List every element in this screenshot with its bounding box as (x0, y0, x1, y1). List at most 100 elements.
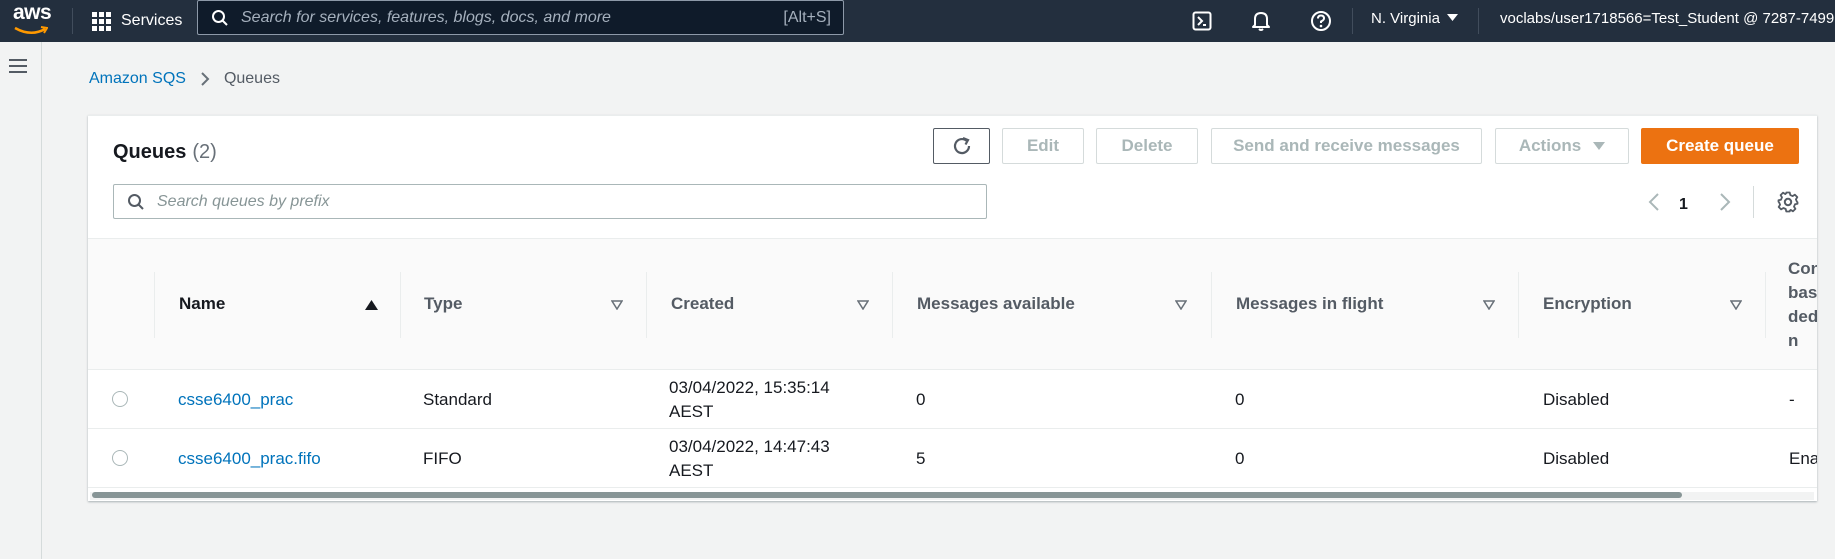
column-header-encryption[interactable]: Encryption (1543, 239, 1632, 369)
sort-ascending-icon[interactable] (365, 300, 378, 310)
current-page-number[interactable]: 1 (1679, 196, 1688, 214)
next-page-icon[interactable] (1719, 192, 1731, 212)
services-menu[interactable]: Services (92, 0, 182, 42)
region-label: N. Virginia (1371, 9, 1440, 27)
column-header-created[interactable]: Created (671, 239, 734, 369)
created-timezone: AEST (669, 402, 714, 421)
column-divider (400, 272, 401, 338)
queue-name-link[interactable]: csse6400_prac.fifo (178, 447, 321, 471)
row-select-radio[interactable] (112, 391, 128, 407)
global-search-placeholder: Search for services, features, blogs, do… (241, 8, 611, 26)
content-based-dedup: - (1789, 390, 1795, 409)
queue-name-link[interactable]: csse6400_prac (178, 388, 293, 412)
column-header-type[interactable]: Type (424, 239, 462, 369)
column-header-content-based-deduplication[interactable]: Con bas ded n (1788, 257, 1817, 353)
column-divider (646, 272, 647, 338)
encryption-status: Disabled (1543, 390, 1610, 409)
queue-created: 03/04/2022, 15:35:14 AEST (669, 376, 830, 424)
column-divider (892, 272, 893, 338)
column-header-messages-available[interactable]: Messages available (917, 239, 1075, 369)
sort-icon[interactable] (857, 300, 869, 310)
row-select-radio[interactable] (112, 450, 128, 466)
sort-icon[interactable] (1175, 300, 1187, 310)
edit-button[interactable]: Edit (1002, 128, 1084, 164)
settings-gear-icon[interactable] (1777, 191, 1799, 213)
side-navigation-rail (0, 42, 42, 559)
page-title: Queues (2) (113, 141, 217, 164)
search-icon (128, 193, 144, 210)
created-date: 03/04/2022, 14:47:43 (669, 437, 830, 456)
created-timezone: AEST (669, 461, 714, 480)
create-queue-button[interactable]: Create queue (1641, 128, 1799, 164)
column-header-label: Messages available (917, 294, 1075, 313)
nav-divider (72, 8, 73, 34)
chevron-right-icon (201, 72, 210, 86)
column-header-label: bas (1788, 283, 1817, 302)
content-based-dedup: Ena (1789, 449, 1817, 468)
nav-divider (1478, 8, 1479, 34)
breadcrumb-queues: Queues (223, 70, 280, 87)
refresh-button[interactable] (933, 128, 990, 164)
global-search-input[interactable]: Search for services, features, blogs, do… (197, 0, 844, 35)
help-icon[interactable] (1308, 8, 1334, 34)
messages-in-flight: 0 (1235, 390, 1245, 409)
services-label: Services (121, 12, 183, 29)
messages-in-flight: 0 (1235, 449, 1245, 468)
column-header-name[interactable]: Name (179, 239, 225, 369)
region-selector[interactable]: N. Virginia (1371, 0, 1458, 36)
queues-title: Queues (113, 141, 187, 163)
pager-divider (1753, 186, 1754, 218)
delete-button[interactable]: Delete (1096, 128, 1198, 164)
cloudshell-icon[interactable] (1189, 8, 1215, 34)
hamburger-menu-icon[interactable] (9, 58, 27, 74)
column-header-label: n (1788, 331, 1799, 350)
search-icon (212, 9, 228, 26)
queue-type: Standard (423, 390, 492, 409)
queues-panel: Queues (2) Edit Delete Send and receive m… (88, 115, 1817, 501)
column-divider (1211, 272, 1212, 338)
top-navigation: aws Services Search for services, featur… (0, 0, 1835, 42)
table-row[interactable]: csse6400_prac.fifo FIFO 03/04/2022, 14:4… (88, 429, 1817, 488)
send-receive-messages-button[interactable]: Send and receive messages (1211, 128, 1482, 164)
queue-type: FIFO (423, 449, 462, 468)
notifications-bell-icon[interactable] (1248, 8, 1274, 34)
breadcrumb: Amazon SQS Queues (89, 70, 280, 88)
column-header-label: Encryption (1543, 294, 1632, 313)
sort-icon[interactable] (1483, 300, 1495, 310)
column-header-label: ded (1788, 307, 1817, 326)
messages-available: 5 (916, 449, 926, 468)
search-shortcut-hint: [Alt+S] (783, 8, 831, 26)
column-header-label: Type (424, 294, 463, 313)
previous-page-icon[interactable] (1648, 192, 1660, 212)
column-header-label: Name (179, 294, 226, 313)
horizontal-scrollbar-thumb[interactable] (92, 492, 1682, 498)
caret-down-icon (1593, 141, 1606, 150)
table-row[interactable]: csse6400_prac Standard 03/04/2022, 15:35… (88, 370, 1817, 429)
grid-icon (92, 11, 111, 31)
created-date: 03/04/2022, 15:35:14 (669, 378, 830, 397)
table-header: Name Type Created Messages available Mes… (88, 238, 1817, 370)
send-receive-label: Send and receive messages (1233, 136, 1460, 155)
actions-dropdown-button[interactable]: Actions (1495, 128, 1629, 164)
sort-icon[interactable] (611, 300, 623, 310)
messages-available: 0 (916, 390, 926, 409)
sort-icon[interactable] (1730, 300, 1742, 310)
column-divider (154, 272, 155, 338)
column-divider (1765, 272, 1766, 338)
nav-divider (1352, 8, 1353, 34)
encryption-status: Disabled (1543, 449, 1610, 468)
account-label: voclabs/user1718566=Test_Student @ 7287-… (1500, 9, 1835, 27)
aws-logo[interactable]: aws (0, 0, 60, 42)
create-queue-label: Create queue (1666, 136, 1774, 155)
queue-search-input[interactable]: Search queues by prefix (113, 184, 987, 219)
edit-label: Edit (1026, 136, 1060, 155)
account-menu[interactable]: voclabs/user1718566=Test_Student @ 7287-… (1500, 0, 1834, 36)
column-header-label: Messages in flight (1236, 294, 1384, 313)
delete-label: Delete (1121, 136, 1173, 155)
column-header-messages-in-flight[interactable]: Messages in flight (1236, 239, 1383, 369)
aws-smile-icon (14, 26, 48, 34)
breadcrumb-amazon-sqs[interactable]: Amazon SQS (89, 70, 186, 88)
caret-down-icon (1446, 14, 1458, 21)
queue-count: (2) (192, 141, 217, 163)
actions-label: Actions (1518, 136, 1582, 155)
